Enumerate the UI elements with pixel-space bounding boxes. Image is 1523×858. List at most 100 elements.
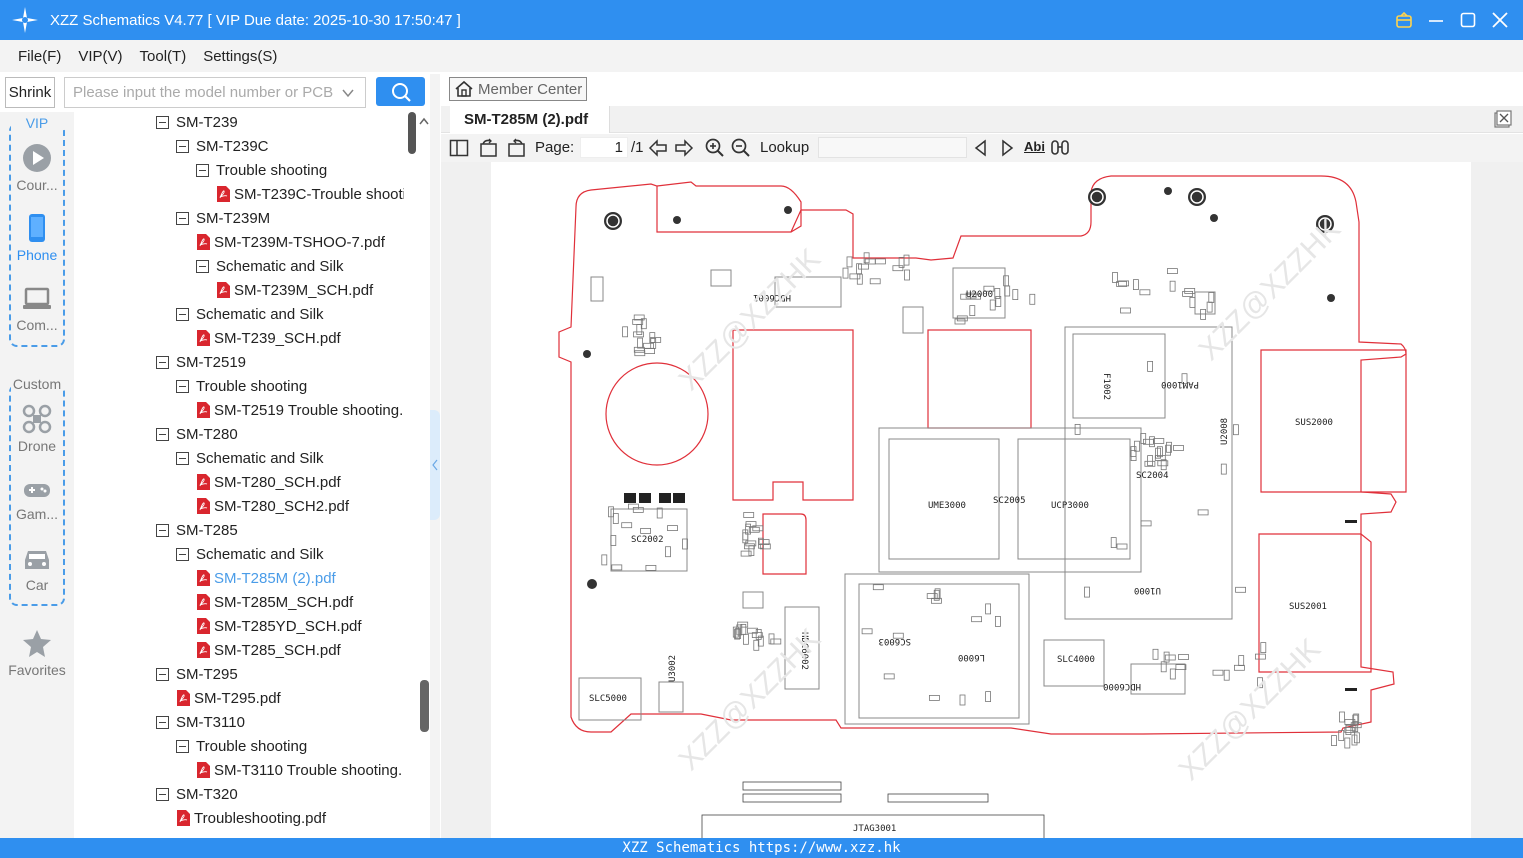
tree-file[interactable]: SM-T239M-TSHOO-7.pdf [196,230,385,254]
tree-folder[interactable]: SM-T239C [176,134,269,158]
schematic-component [1167,268,1178,274]
minimize-icon[interactable] [1427,11,1445,29]
tree-scrollbar-track[interactable] [404,112,416,838]
menu-file[interactable]: File(F) [18,48,61,65]
rotate-left-icon[interactable] [479,138,499,158]
collapse-toggle-icon[interactable] [196,259,209,273]
tree-folder[interactable]: SM-T3110 [156,710,245,734]
pdf-file-icon [197,330,210,346]
tree-scrollbar-thumb-outer[interactable] [420,680,429,732]
tree-folder[interactable]: Schematic and Silk [176,542,324,566]
schematic-label: SUS2000 [1295,418,1333,428]
shrink-button[interactable]: Shrink [5,77,55,108]
next-page-icon[interactable] [674,138,694,158]
tree-item-label: SM-T285_SCH.pdf [214,641,341,659]
lookup-input[interactable] [818,137,967,158]
tree-file[interactable]: SM-T280_SCH.pdf [196,470,341,494]
splitter-collapse-handle[interactable] [430,410,440,520]
tree-folder[interactable]: Schematic and Silk [196,254,344,278]
tab-document[interactable]: SM-T285M (2).pdf [450,106,610,133]
tree-folder[interactable]: SM-T320 [156,782,238,806]
collapse-toggle-icon[interactable] [156,523,169,537]
collapse-toggle-icon[interactable] [156,115,169,129]
tree-folder[interactable]: Trouble shooting [176,734,307,758]
match-case-toggle[interactable]: Abi [1024,139,1045,154]
rail-item-favorites[interactable]: Favorites [0,628,74,678]
collapse-toggle-icon[interactable] [176,211,189,225]
tree-item-label: Schematic and Silk [196,305,324,323]
tree-file[interactable]: SM-T280_SCH2.pdf [196,494,349,518]
menu-settings[interactable]: Settings(S) [203,48,277,65]
tree-scrollbar-thumb[interactable] [408,112,416,154]
tree-folder[interactable]: Schematic and Silk [176,446,324,470]
find-all-icon[interactable] [1050,138,1070,158]
rail-item-computer[interactable]: Com... [0,285,74,333]
tree-folder[interactable]: Trouble shooting [196,158,327,182]
search-button[interactable] [376,77,425,106]
close-icon[interactable] [1491,11,1509,29]
tree-folder[interactable]: SM-T2519 [156,350,246,374]
tree-file[interactable]: SM-T3110 Trouble shooting. [196,758,402,782]
collapse-toggle-icon[interactable] [176,139,189,153]
rail-item-games[interactable]: Gam... [0,478,74,522]
tree-folder[interactable]: SM-T239 [156,112,238,134]
search-previous-icon[interactable] [972,138,990,158]
tree-file[interactable]: Troubleshooting.pdf [176,806,326,830]
previous-page-icon[interactable] [648,138,668,158]
zoom-in-icon[interactable] [705,138,725,158]
member-center-button[interactable]: Member Center [449,77,587,101]
tree-file[interactable]: SM-T285M_SCH.pdf [196,590,353,614]
collapse-toggle-icon[interactable] [176,451,189,465]
tree-folder[interactable]: SM-T280 [156,422,238,446]
tree-file[interactable]: SM-T239M_SCH.pdf [216,278,373,302]
tree-item-label: Schematic and Silk [196,545,324,563]
chevron-down-icon[interactable] [341,86,355,100]
search-next-icon[interactable] [998,138,1016,158]
tree-file[interactable]: SM-T295.pdf [176,686,281,710]
tree-file[interactable]: SM-T285M (2).pdf [196,566,336,590]
rail-item-courses[interactable]: Cour... [0,143,74,193]
collapse-toggle-icon[interactable] [176,739,189,753]
zoom-out-icon[interactable] [731,138,751,158]
page-number-input[interactable]: 1 [580,137,628,158]
collapse-toggle-icon[interactable] [156,667,169,681]
menu-vip[interactable]: VIP(V) [78,48,122,65]
tree-file[interactable]: SM-T239C-Trouble shooti [216,182,406,206]
rail-item-drone[interactable]: Drone [0,404,74,454]
collapse-toggle-icon[interactable] [156,355,169,369]
collapse-toggle-icon[interactable] [196,163,209,177]
rail-item-phone[interactable]: Phone [0,213,74,263]
collapse-toggle-icon[interactable] [176,307,189,321]
close-document-icon[interactable] [1494,110,1512,128]
pdf-viewer[interactable]: HDC6001 U2000 UME3000 SC2005 UCP3000 SC2004 SC… [441,162,1523,838]
schematic-component [1163,651,1170,663]
scroll-up-arrow-icon[interactable] [418,116,430,126]
laptop-icon [23,287,51,309]
tree-folder[interactable]: Trouble shooting [176,374,307,398]
tree-file[interactable]: SM-T285YD_SCH.pdf [196,614,362,638]
tree-file[interactable]: SM-T2519 Trouble shooting. [196,398,403,422]
collapse-toggle-icon[interactable] [176,379,189,393]
collapse-toggle-icon[interactable] [176,547,189,561]
tree-folder[interactable]: SM-T295 [156,662,238,686]
tree-folder[interactable]: Schematic and Silk [176,302,324,326]
menu-tool[interactable]: Tool(T) [140,48,187,65]
schematic-component [858,263,869,270]
tree-file[interactable]: SM-T285_SCH.pdf [196,638,341,662]
schematic-label: UME3000 [928,501,966,511]
collapse-toggle-icon[interactable] [156,715,169,729]
maximize-icon[interactable] [1459,11,1477,29]
collapse-toggle-icon[interactable] [156,787,169,801]
schematic-component [610,535,617,546]
search-input[interactable]: Please input the model number or PCB [64,77,366,108]
tree-folder[interactable]: SM-T239M [176,206,270,230]
sidebar-toggle-icon[interactable] [449,138,469,158]
collapse-toggle-icon[interactable] [156,427,169,441]
tree-folder[interactable]: SM-T285 [156,518,238,542]
tree-item-label: Trouble shooting [196,737,308,755]
rail-item-car[interactable]: Car [0,545,74,593]
vip-gift-icon[interactable] [1395,11,1413,29]
model-tree: SM-T239 SM-T239C Trouble shooting SM-T239C-… [74,112,432,838]
tree-file[interactable]: SM-T239_SCH.pdf [196,326,341,350]
rotate-right-icon[interactable] [506,138,526,158]
